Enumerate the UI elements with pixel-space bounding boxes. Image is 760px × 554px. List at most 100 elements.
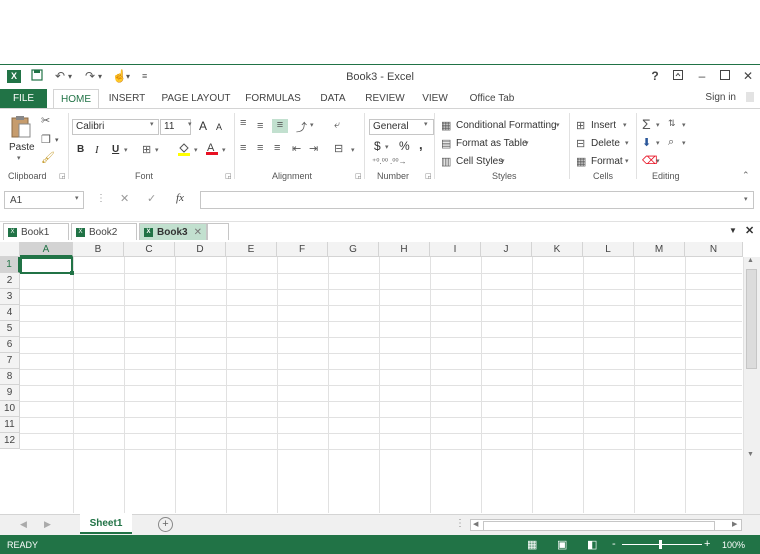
font-color-dropdown-icon[interactable]: ▾	[222, 146, 226, 154]
close-icon[interactable]: ✕	[740, 69, 756, 83]
merge-center-icon[interactable]: ⊟	[334, 142, 343, 155]
scroll-up-icon[interactable]: ▲	[747, 257, 754, 264]
name-box-chevron-down-icon[interactable]: ▾	[75, 194, 79, 202]
column-header[interactable]: B	[73, 242, 124, 257]
format-as-table-button[interactable]: Format as Table	[456, 138, 528, 149]
collapse-ribbon-icon[interactable]: ⌃	[742, 170, 750, 181]
prev-sheet-icon[interactable]: ◀	[20, 519, 27, 530]
column-header[interactable]: F	[277, 242, 328, 257]
autosum-dropdown-icon[interactable]: ▾	[656, 121, 660, 129]
confirm-entry-icon[interactable]: ✓	[147, 192, 156, 205]
clear-dropdown-icon[interactable]: ▾	[656, 157, 660, 165]
borders-icon[interactable]: ⊞	[142, 143, 151, 156]
align-left-icon[interactable]: ≡	[240, 142, 246, 154]
format-cells-button[interactable]: Format	[591, 156, 623, 167]
tab-data[interactable]: DATA	[315, 89, 351, 108]
scroll-down-icon[interactable]: ▼	[747, 451, 754, 458]
column-header[interactable]: L	[583, 242, 634, 257]
fill-handle[interactable]	[70, 271, 74, 275]
currency-dropdown-icon[interactable]: ▾	[385, 143, 389, 151]
zoom-level[interactable]: 100%	[722, 540, 745, 550]
cell-styles-icon[interactable]: ▥	[441, 155, 451, 168]
font-name-chevron-down-icon[interactable]: ▾	[150, 120, 154, 128]
sort-filter-icon[interactable]: ⇅	[668, 118, 676, 129]
zoom-in-button[interactable]: +	[704, 538, 710, 550]
column-header[interactable]: G	[328, 242, 379, 257]
fill-color-dropdown-icon[interactable]: ▾	[194, 146, 198, 154]
column-header[interactable]: D	[175, 242, 226, 257]
vertical-scroll-thumb[interactable]	[746, 269, 757, 369]
doc-tab-book3[interactable]: X Book3 ✕	[139, 223, 207, 240]
bottom-align-icon[interactable]: ≡	[272, 119, 288, 133]
row-header[interactable]: 1	[0, 257, 20, 273]
row-header[interactable]: 9	[0, 385, 20, 401]
underline-dropdown-icon[interactable]: ▾	[124, 146, 128, 154]
delete-cells-button[interactable]: Delete	[591, 138, 620, 149]
format-cells-icon[interactable]: ▦	[576, 155, 586, 168]
orientation-dropdown-icon[interactable]: ▾	[310, 121, 314, 129]
row-header[interactable]: 5	[0, 321, 20, 337]
minimize-icon[interactable]: –	[694, 69, 710, 83]
font-size-dropdown[interactable]: 11	[160, 119, 191, 135]
percent-button[interactable]: %	[399, 139, 410, 153]
fill-dropdown-icon[interactable]: ▾	[656, 139, 660, 147]
comma-button[interactable]: ,	[419, 137, 423, 152]
insert-cells-button[interactable]: Insert	[591, 120, 616, 131]
format-as-table-icon[interactable]: ▤	[441, 137, 451, 150]
font-launcher-icon[interactable]: ◲	[225, 172, 232, 180]
row-header[interactable]: 7	[0, 353, 20, 369]
find-select-icon[interactable]: ⌕	[668, 136, 674, 149]
close-tab-icon[interactable]: ✕	[194, 227, 202, 238]
column-header[interactable]: E	[226, 242, 277, 257]
new-sheet-icon[interactable]: +	[158, 517, 173, 532]
conditional-formatting-button[interactable]: Conditional Formatting	[456, 120, 557, 131]
grow-font-button[interactable]: A	[199, 119, 207, 133]
sheet-splitter-icon[interactable]: ⋮	[455, 518, 465, 529]
sort-filter-dropdown-icon[interactable]: ▾	[682, 121, 686, 129]
italic-button[interactable]: I	[95, 144, 99, 156]
insert-cells-icon[interactable]: ⊞	[576, 119, 585, 132]
horizontal-scrollbar[interactable]: ◀ ▶	[470, 519, 742, 531]
font-name-dropdown[interactable]: Calibri	[72, 119, 159, 135]
paste-icon[interactable]	[10, 115, 32, 142]
find-dropdown-icon[interactable]: ▾	[682, 139, 686, 147]
new-tab-button[interactable]	[207, 223, 229, 240]
name-box[interactable]: A1	[4, 191, 84, 209]
conditional-formatting-icon[interactable]: ▦	[441, 119, 451, 132]
page-break-view-icon[interactable]: ◧	[587, 538, 597, 551]
doc-tab-book2[interactable]: X Book2	[71, 223, 137, 240]
tab-list-dropdown-icon[interactable]: ▼	[729, 226, 737, 235]
align-center-icon[interactable]: ≡	[257, 142, 263, 154]
decrease-indent-icon[interactable]: ⇤	[292, 142, 301, 155]
increase-decimal-icon[interactable]: ⁺⁰.⁰⁰	[372, 157, 388, 166]
tab-file[interactable]: FILE	[0, 89, 47, 108]
account-avatar[interactable]	[746, 92, 754, 102]
alignment-launcher-icon[interactable]: ◲	[355, 172, 362, 180]
bold-button[interactable]: B	[77, 144, 84, 155]
worksheet-grid[interactable]: A B C D E F G H I J K L M N 1 2 3 4 5 6 …	[0, 242, 760, 515]
row-header[interactable]: 8	[0, 369, 20, 385]
orientation-icon[interactable]: ⤴	[296, 119, 307, 135]
tab-view[interactable]: VIEW	[418, 89, 452, 108]
font-size-chevron-down-icon[interactable]: ▾	[188, 120, 192, 128]
page-layout-view-icon[interactable]: ▣	[557, 538, 567, 551]
decrease-decimal-icon[interactable]: .⁰⁰→	[390, 157, 407, 166]
conditional-formatting-dropdown-icon[interactable]: ▾	[556, 121, 560, 129]
zoom-out-button[interactable]: -	[612, 538, 616, 550]
row-header[interactable]: 12	[0, 433, 20, 449]
scroll-left-icon[interactable]: ◀	[473, 520, 478, 528]
column-header[interactable]: J	[481, 242, 532, 257]
row-header[interactable]: 3	[0, 289, 20, 305]
align-right-icon[interactable]: ≡	[274, 142, 280, 154]
fill-down-icon[interactable]: ⬇	[642, 136, 651, 149]
doc-tab-book1[interactable]: X Book1	[3, 223, 69, 240]
sign-in-link[interactable]: Sign in	[705, 92, 736, 103]
scroll-right-icon[interactable]: ▶	[732, 520, 737, 528]
currency-button[interactable]: $	[374, 139, 381, 153]
middle-align-icon[interactable]: ≡	[257, 120, 263, 132]
horizontal-scroll-thumb[interactable]	[483, 521, 715, 531]
cell-styles-dropdown-icon[interactable]: ▾	[501, 157, 505, 165]
wrap-text-icon[interactable]: ⤶	[334, 119, 340, 132]
copy-dropdown-icon[interactable]: ▾	[55, 136, 59, 144]
clipboard-launcher-icon[interactable]: ◲	[59, 172, 66, 180]
